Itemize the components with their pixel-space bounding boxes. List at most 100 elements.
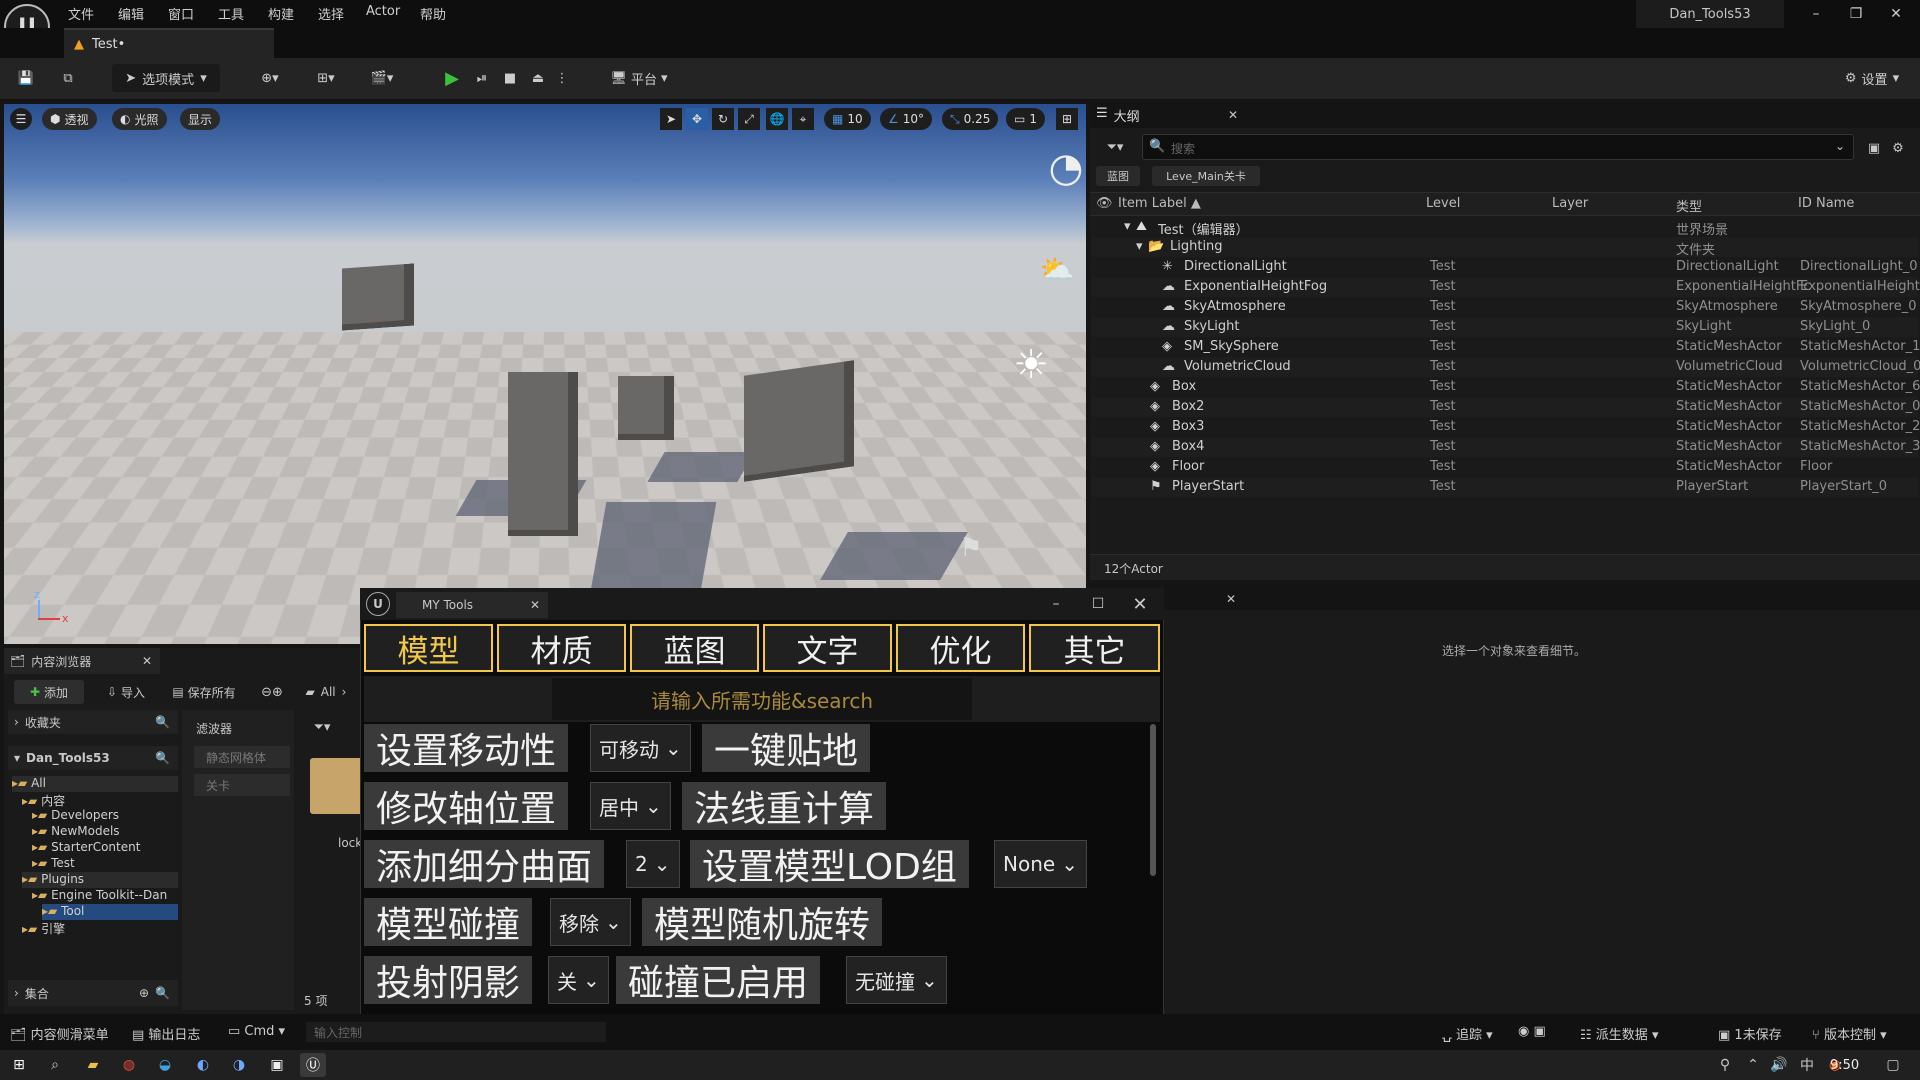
search-icon[interactable]: 🔍 bbox=[155, 751, 170, 765]
show-button[interactable]: 显示 bbox=[180, 108, 221, 130]
player-start-icon[interactable]: ⚑ bbox=[936, 528, 1006, 568]
col-layer[interactable]: Layer bbox=[1552, 196, 1588, 211]
lod-dropdown[interactable]: None ⌄ bbox=[994, 840, 1087, 888]
console-input[interactable]: 输入控制 bbox=[306, 1022, 606, 1042]
snap-to-ground-button[interactable]: 一键贴地 bbox=[702, 724, 871, 772]
menu-actor[interactable]: Actor bbox=[366, 4, 400, 19]
sky-light-icon[interactable]: ⛅ bbox=[1030, 244, 1084, 294]
more-icon[interactable]: ⋮ bbox=[554, 64, 570, 92]
table-row[interactable]: ◈ Floor Test StaticMeshActor Floor bbox=[1092, 457, 1918, 477]
filter-blueprint-chip[interactable]: 蓝图 bbox=[1096, 166, 1140, 186]
level-tab[interactable]: ▲ Test• bbox=[64, 28, 274, 58]
content-drawer-button[interactable]: 🗂 内容侧滑菜单 bbox=[10, 1024, 109, 1043]
add-subdivision-button[interactable]: 添加细分曲面 bbox=[364, 840, 605, 888]
mobility-dropdown[interactable]: 可移动 ⌄ bbox=[590, 724, 691, 772]
translate-icon[interactable]: ✥ bbox=[686, 108, 708, 130]
folder-tree-item[interactable]: ▸▰ Test bbox=[32, 856, 178, 872]
cmd-dropdown[interactable]: ▭ Cmd ▾ bbox=[228, 1024, 285, 1039]
menu-edit[interactable]: 编辑 bbox=[118, 4, 144, 23]
folder-icon[interactable] bbox=[310, 758, 364, 814]
add-actor-icon[interactable]: ⊕▾ bbox=[250, 64, 290, 92]
camera-speed-button[interactable]: ▭ 1 bbox=[1006, 108, 1045, 130]
derived-data-button[interactable]: ☷ 派生数据 ▾ bbox=[1580, 1024, 1658, 1043]
col-item-label[interactable]: Item Label ▲ bbox=[1118, 196, 1201, 211]
close-icon[interactable]: ✕ bbox=[1122, 592, 1158, 616]
filter-level[interactable]: 关卡 bbox=[194, 774, 290, 796]
restore-icon[interactable]: ❐ bbox=[1836, 2, 1876, 26]
favorites-section[interactable]: › 收藏夹 🔍 bbox=[8, 710, 178, 734]
table-row[interactable]: ☁ SkyLight Test SkyLight SkyLight_0 bbox=[1092, 317, 1918, 337]
table-row[interactable]: ☁ VolumetricCloud Test VolumetricCloud Volum… bbox=[1092, 357, 1920, 377]
close-icon[interactable]: ✕ bbox=[530, 598, 540, 612]
blueprint-icon[interactable]: ⊞▾ bbox=[306, 64, 346, 92]
box3-actor[interactable] bbox=[618, 376, 674, 440]
tools-search-input[interactable]: 请输入所需功能&search bbox=[552, 678, 972, 720]
pivot-dropdown[interactable]: 居中 ⌄ bbox=[590, 782, 671, 830]
folder-tree-item[interactable]: ▸▰ 内容 bbox=[22, 792, 178, 808]
table-row[interactable]: ☁ SkyAtmosphere Test SkyAtmosphere SkyAtmosp… bbox=[1092, 297, 1918, 317]
trace-button[interactable]: ⍽ 追踪 ▾ bbox=[1442, 1024, 1493, 1043]
collision-enabled-button[interactable]: 碰撞已启用 bbox=[616, 956, 821, 1004]
output-log-button[interactable]: ▤ 输出日志 bbox=[132, 1024, 200, 1043]
tab-other[interactable]: 其它 bbox=[1029, 624, 1160, 672]
filter-level-chip[interactable]: Leve_Main关卡 bbox=[1152, 166, 1260, 186]
folder-tree-item[interactable]: ▸▰ StarterContent bbox=[32, 840, 178, 856]
ime-icon[interactable]: 中 bbox=[1794, 1053, 1820, 1077]
set-mobility-button[interactable]: 设置移动性 bbox=[364, 724, 569, 772]
scale-snap-button[interactable]: ⤡ 0.25 bbox=[942, 108, 999, 130]
path-breadcrumb[interactable]: ▰ All › bbox=[298, 680, 354, 704]
windows-start-icon[interactable]: ⊞ bbox=[6, 1053, 32, 1077]
folder-tree-item[interactable]: ▸▰ Engine Toolkit--Dan bbox=[32, 888, 178, 904]
menu-tools[interactable]: 工具 bbox=[218, 4, 244, 23]
search-icon[interactable]: 🔍 bbox=[155, 986, 170, 1000]
menu-select[interactable]: 选择 bbox=[318, 4, 344, 23]
menu-build[interactable]: 构建 bbox=[268, 4, 294, 23]
subdivision-dropdown[interactable]: 2 ⌄ bbox=[626, 840, 680, 888]
tab-optimize[interactable]: 优化 bbox=[896, 624, 1025, 672]
unsaved-button[interactable]: ▣ 1未保存 bbox=[1718, 1024, 1782, 1043]
close-icon[interactable]: ✕ bbox=[1222, 590, 1240, 608]
outliner-search-input[interactable]: 🔍 搜索 ⌄ bbox=[1142, 134, 1854, 160]
set-lod-group-button[interactable]: 设置模型LOD组 bbox=[690, 840, 969, 888]
scale-icon[interactable]: ⤢ bbox=[738, 108, 760, 130]
folder-tree-item[interactable]: ▸▰ Plugins bbox=[22, 872, 178, 888]
app-icon[interactable]: ◐ bbox=[190, 1053, 216, 1077]
level-viewport[interactable]: ☀ ⛅ ◔ ⚑ z x bbox=[4, 104, 1086, 644]
cast-shadow-button[interactable]: 投射阴影 bbox=[364, 956, 533, 1004]
platform-button[interactable]: 🖥 平台 ▾ bbox=[604, 64, 674, 92]
menu-window[interactable]: 窗口 bbox=[168, 4, 194, 23]
table-row[interactable]: ✳ DirectionalLight Test DirectionalLight Dir… bbox=[1092, 257, 1918, 277]
table-row[interactable]: ☁ ExponentialHeightFog Test ExponentialHeig… bbox=[1092, 277, 1920, 297]
folder-tree-item[interactable]: ▸▰ 引擎 bbox=[22, 920, 178, 936]
visibility-icon[interactable]: 👁 bbox=[1096, 196, 1113, 211]
layout-icon[interactable]: ⊞ bbox=[1056, 108, 1078, 130]
close-icon[interactable]: ✕ bbox=[1224, 106, 1242, 124]
collections-section[interactable]: › 集合 ⊕ 🔍 bbox=[8, 980, 178, 1006]
perspective-button[interactable]: ⬢ 透视 bbox=[42, 108, 97, 130]
minimize-icon[interactable]: – bbox=[1038, 592, 1074, 616]
col-type[interactable]: 类型 bbox=[1676, 196, 1702, 215]
source-control-button[interactable]: ⑂ 版本控制 ▾ bbox=[1812, 1024, 1887, 1043]
tab-text[interactable]: 文字 bbox=[763, 624, 892, 672]
filter-static-mesh[interactable]: 静态网格体 bbox=[194, 746, 290, 768]
box-actor[interactable] bbox=[342, 263, 414, 331]
minimize-icon[interactable]: – bbox=[1796, 2, 1836, 26]
project-section[interactable]: ▾ Dan_Tools53 🔍 bbox=[8, 746, 178, 770]
record-icon[interactable]: ◉ ▣ bbox=[1518, 1024, 1546, 1039]
menu-file[interactable]: 文件 bbox=[68, 4, 94, 23]
outliner-row-world[interactable]: ▾ ⛰ Test（编辑器） 世界场景 bbox=[1092, 217, 1918, 238]
table-row[interactable]: ◈ SM_SkySphere Test StaticMeshActor StaticMe… bbox=[1092, 337, 1920, 357]
content-browser-tab[interactable]: 🗂 内容浏览器 ✕ bbox=[4, 648, 160, 674]
filter-icon[interactable]: ⏷▾ bbox=[1098, 136, 1132, 158]
tray-chevron-icon[interactable]: ⌃ bbox=[1740, 1053, 1766, 1077]
collision-dropdown[interactable]: 移除 ⌄ bbox=[550, 898, 631, 946]
table-row[interactable]: ◈ Box2 Test StaticMeshActor StaticMeshActor_… bbox=[1092, 397, 1920, 417]
random-rotation-button[interactable]: 模型随机旋转 bbox=[642, 898, 883, 946]
close-icon[interactable]: ✕ bbox=[142, 654, 152, 668]
save-icon[interactable]: 💾 bbox=[14, 64, 38, 92]
network-user-icon[interactable]: ⚲ bbox=[1712, 1053, 1738, 1077]
outliner-row-lighting[interactable]: ▾ 📂 Lighting 文件夹 bbox=[1092, 237, 1918, 258]
cinematics-icon[interactable]: 🎬▾ bbox=[362, 64, 402, 92]
menu-help[interactable]: 帮助 bbox=[420, 4, 446, 23]
col-id-name[interactable]: ID Name bbox=[1798, 196, 1854, 211]
